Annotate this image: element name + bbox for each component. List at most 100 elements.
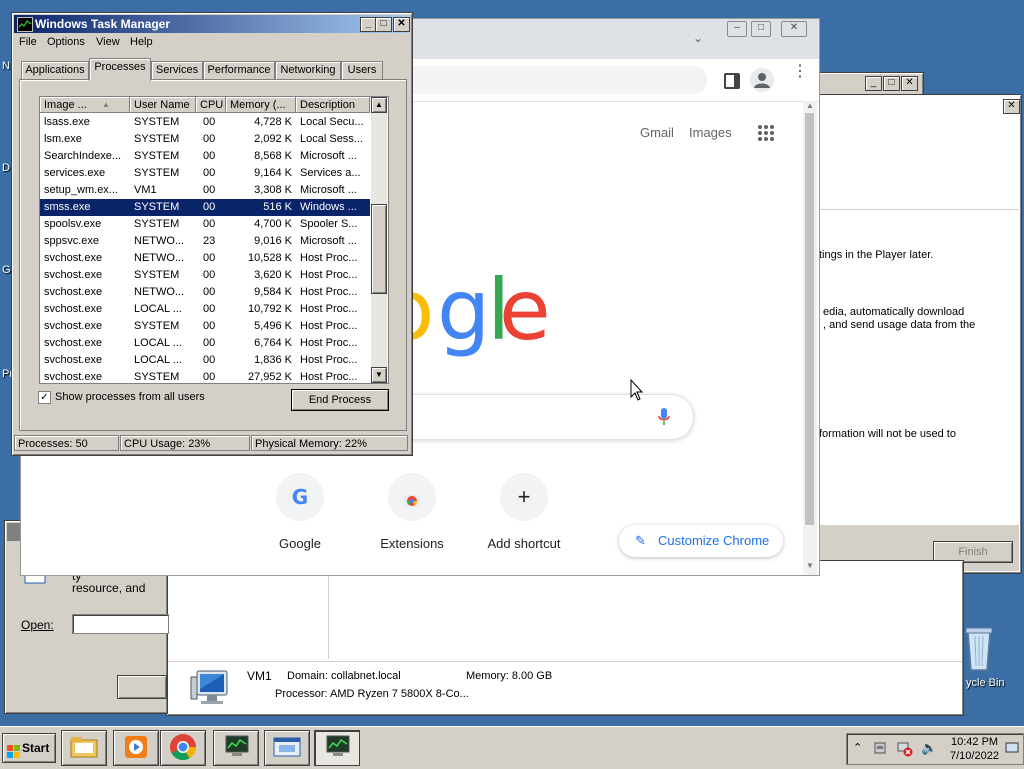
network-status-icon[interactable] (897, 741, 913, 757)
process-row[interactable]: svchost.exe LOCAL ... 00 6,764 K Host Proc..… (40, 335, 370, 352)
chrome-close-icon[interactable]: ✕ (781, 21, 807, 37)
gmail-link[interactable]: Gmail (640, 125, 674, 140)
process-row[interactable]: svchost.exe LOCAL ... 00 1,836 K Host Proc..… (40, 352, 370, 369)
col-cpu[interactable]: CPU (196, 97, 226, 113)
scroll-down-icon[interactable]: ▼ (806, 561, 814, 570)
computer-window: VM1 Domain: collabnet.local Memory: 8.00… (166, 560, 964, 716)
maximize-button[interactable]: □ (883, 76, 900, 91)
process-row[interactable]: svchost.exe NETWO... 00 10,528 K Host Proc..… (40, 250, 370, 267)
menu-view[interactable]: View (96, 36, 120, 48)
process-row[interactable]: svchost.exe SYSTEM 00 5,496 K Host Proc... (40, 318, 370, 335)
process-desc-cell: Local Sess... (300, 133, 363, 145)
process-row[interactable]: svchost.exe NETWO... 00 9,584 K Host Proc... (40, 284, 370, 301)
chrome-maximize-icon[interactable]: □ (751, 21, 771, 37)
tab-users[interactable]: Users (341, 61, 383, 80)
close-button[interactable]: ✕ (901, 76, 918, 91)
scroll-down-button[interactable]: ▼ (371, 367, 387, 383)
process-desc-cell: Microsoft ... (300, 235, 357, 247)
menu-options[interactable]: Options (47, 36, 85, 48)
menu-help[interactable]: Help (130, 36, 153, 48)
process-row[interactable]: svchost.exe LOCAL ... 00 10,792 K Host Proc.… (40, 301, 370, 318)
process-list[interactable]: Image ... ▲ User Name CPU Memory (... De… (39, 96, 389, 384)
run-ok-button[interactable] (117, 675, 167, 699)
show-desktop-icon[interactable] (1005, 742, 1019, 754)
process-row[interactable]: smss.exe SYSTEM 00 516 K Windows ... (40, 199, 370, 216)
chrome-tab-search-icon[interactable]: ⌄ (693, 31, 703, 45)
shortcut-extensions[interactable]: Extensions (357, 473, 467, 551)
profile-avatar-icon[interactable] (750, 68, 774, 92)
taskbar-remote-button[interactable] (264, 730, 310, 766)
setup-close-button[interactable]: ✕ (1003, 99, 1020, 114)
process-mem-cell: 516 K (263, 201, 292, 213)
volume-icon[interactable]: 🔈 (921, 740, 937, 756)
shortcut-label: Extensions (380, 536, 444, 551)
computer-name: VM1 (247, 669, 272, 683)
process-row[interactable]: svchost.exe SYSTEM 00 27,952 K Host Proc... (40, 369, 370, 383)
col-user-name[interactable]: User Name (130, 97, 196, 113)
show-hidden-icons-icon[interactable]: ⌃ (853, 741, 862, 754)
tm-maximize-button[interactable]: □ (375, 17, 392, 32)
taskbar-taskmgr-button[interactable] (314, 730, 360, 766)
col-description[interactable]: Description (296, 97, 370, 113)
scroll-thumb[interactable] (805, 113, 814, 525)
scroll-thumb[interactable] (371, 204, 387, 294)
end-process-button[interactable]: End Process (291, 389, 389, 411)
tm-close-button[interactable]: ✕ (393, 17, 410, 32)
address-bar[interactable] (401, 66, 707, 94)
clock-time[interactable]: 10:42 PM (951, 736, 998, 748)
process-row[interactable]: lsm.exe SYSTEM 00 2,092 K Local Sess... (40, 131, 370, 148)
tab-services[interactable]: Services (151, 61, 203, 80)
side-panel-icon[interactable] (724, 73, 740, 89)
process-user-cell: SYSTEM (134, 150, 180, 162)
process-desc-cell: Microsoft ... (300, 150, 357, 162)
shortcut-add[interactable]: + Add shortcut (469, 473, 579, 551)
process-row[interactable]: services.exe SYSTEM 00 9,164 K Services a... (40, 165, 370, 182)
minimize-button[interactable]: _ (865, 76, 882, 91)
process-row[interactable]: setup_wm.ex... VM1 00 3,308 K Microsoft ... (40, 182, 370, 199)
chrome-scrollbar[interactable]: ▲ ▼ (803, 101, 817, 575)
tab-applications[interactable]: Applications (21, 61, 89, 80)
taskbar-media-button[interactable] (113, 730, 159, 766)
process-cpu-cell: 00 (203, 320, 216, 332)
tab-processes[interactable]: Processes (89, 58, 151, 81)
run-open-input[interactable] (72, 614, 169, 634)
taskbar-chrome-button[interactable] (160, 730, 206, 766)
process-desc-cell: Host Proc... (300, 320, 358, 332)
start-button[interactable]: Start (2, 733, 56, 763)
customize-chrome-button[interactable]: ✎ Customize Chrome (619, 525, 783, 557)
process-cpu-cell: 00 (203, 150, 216, 162)
process-row[interactable]: SearchIndexe... SYSTEM 00 8,568 K Microsoft … (40, 148, 370, 165)
taskbar-network-button[interactable] (213, 730, 259, 766)
process-image-cell: svchost.exe (44, 303, 103, 315)
shortcut-google[interactable]: G Google (245, 473, 355, 551)
tab-performance[interactable]: Performance (203, 61, 275, 80)
action-center-icon[interactable] (873, 741, 887, 755)
col-image-name[interactable]: Image ... ▲ (40, 97, 130, 113)
scroll-up-button[interactable]: ▲ (371, 97, 387, 113)
scroll-up-icon[interactable]: ▲ (806, 101, 814, 110)
recycle-bin-icon[interactable] (962, 624, 996, 672)
process-image-cell: svchost.exe (44, 252, 103, 264)
apps-grid-icon[interactable] (757, 124, 775, 142)
process-row[interactable]: lsass.exe SYSTEM 00 4,728 K Local Secu... (40, 114, 370, 131)
chrome-minimize-icon[interactable]: – (727, 21, 747, 37)
process-image-cell: svchost.exe (44, 354, 103, 366)
tab-networking[interactable]: Networking (275, 61, 341, 80)
task-manager-titlebar[interactable]: Windows Task Manager _ □ ✕ (14, 15, 410, 33)
menu-file[interactable]: File (19, 36, 37, 48)
process-row[interactable]: spoolsv.exe SYSTEM 00 4,700 K Spooler S... (40, 216, 370, 233)
process-mem-cell: 4,728 K (254, 116, 292, 128)
process-row[interactable]: sppsvc.exe NETWO... 23 9,016 K Microsoft ... (40, 233, 370, 250)
taskbar-explorer-button[interactable] (61, 730, 107, 766)
clock-date[interactable]: 7/10/2022 (950, 750, 999, 762)
chrome-menu-icon[interactable]: ⋮ (792, 64, 808, 80)
process-list-scrollbar[interactable]: ▲ ▼ (371, 97, 387, 383)
process-desc-cell: Host Proc... (300, 337, 358, 349)
col-memory[interactable]: Memory (... (226, 97, 296, 113)
process-row[interactable]: svchost.exe SYSTEM 00 3,620 K Host Proc... (40, 267, 370, 284)
images-link[interactable]: Images (689, 125, 732, 140)
search-box[interactable] (401, 394, 694, 440)
show-all-label[interactable]: Show processes from all users (55, 391, 205, 403)
show-all-checkbox[interactable]: ✓ (38, 391, 51, 404)
voice-search-icon[interactable] (657, 407, 671, 427)
